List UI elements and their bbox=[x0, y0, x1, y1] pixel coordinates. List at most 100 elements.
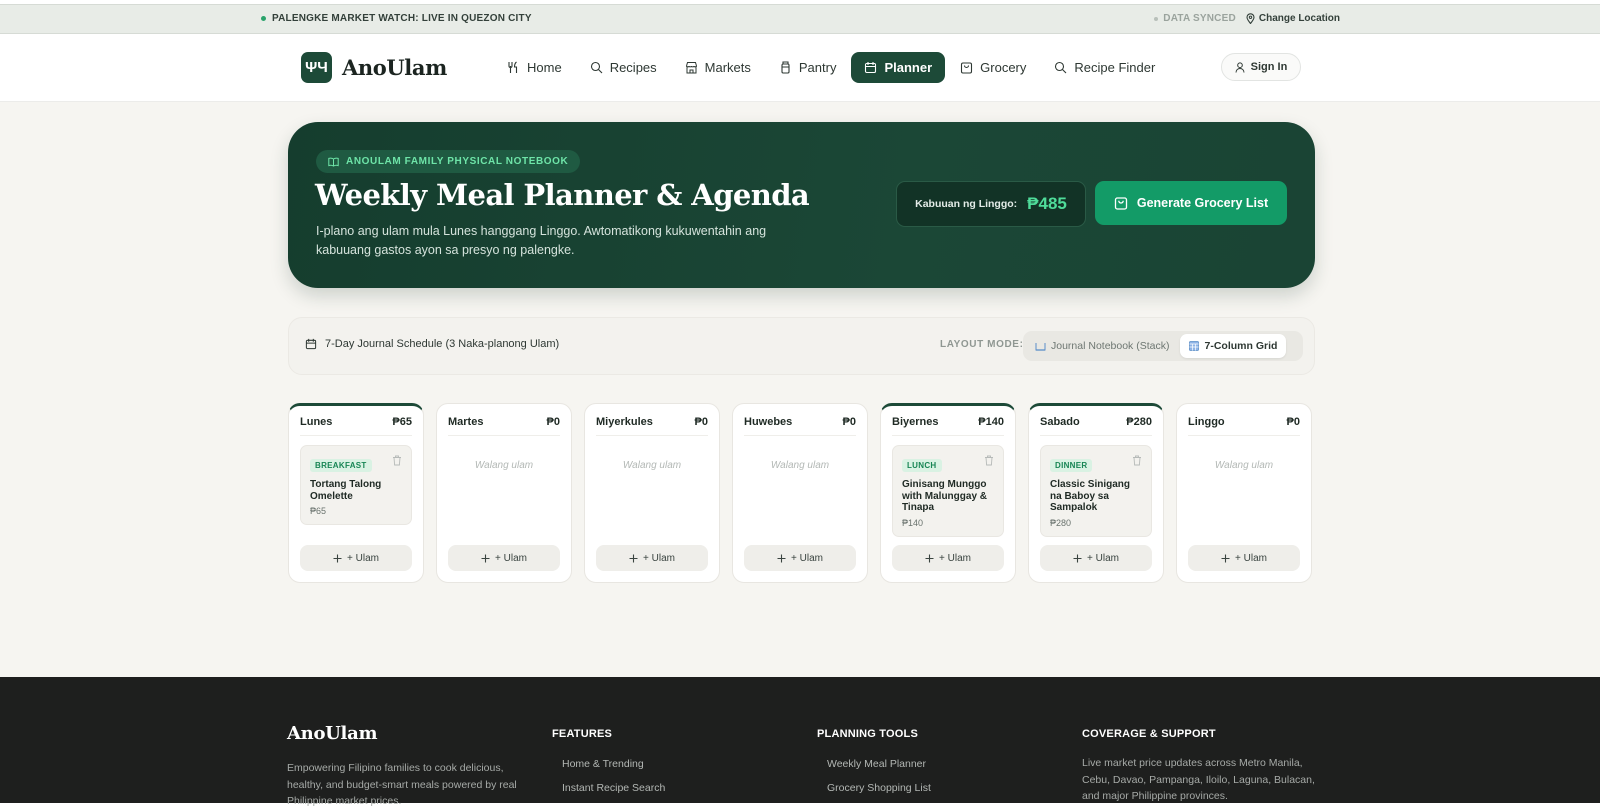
change-location-link[interactable]: Change Location bbox=[1246, 13, 1340, 24]
meal-name: Ginisang Munggo with Malunggay & Tinapa bbox=[902, 479, 987, 513]
nav-recipe-finder[interactable]: Recipe Finder bbox=[1041, 52, 1168, 83]
generate-grocery-list-label: Generate Grocery List bbox=[1136, 196, 1269, 210]
trash-icon[interactable] bbox=[392, 455, 402, 466]
schedule-toolbar: 7-Day Journal Schedule (3 Naka-planong U… bbox=[288, 317, 1315, 375]
add-ulam-button[interactable]: + Ulam bbox=[1188, 545, 1300, 571]
add-ulam-button[interactable]: + Ulam bbox=[744, 545, 856, 571]
trash-icon[interactable] bbox=[1132, 455, 1142, 466]
day-name: Huwebes bbox=[744, 416, 793, 428]
day-column-biyernes: Biyernes ₱140 LUNCH Ginisang Munggo with Ma… bbox=[880, 403, 1016, 583]
meal-price: ₱65 bbox=[310, 506, 327, 516]
meal-card[interactable]: DINNER Classic Sinigang na Baboy sa Sampa… bbox=[1040, 445, 1152, 537]
meal-type-badge: LUNCH bbox=[902, 459, 942, 472]
add-ulam-label: + Ulam bbox=[1235, 552, 1267, 564]
layout-option-journal[interactable]: Journal Notebook (Stack) bbox=[1026, 334, 1178, 358]
layout-mode-label: LAYOUT MODE: bbox=[940, 339, 1024, 350]
calendar-icon bbox=[305, 338, 317, 350]
meal-card[interactable]: BREAKFAST Tortang Talong Omelette ₱65 bbox=[300, 445, 412, 525]
footer-coverage-text: Live market price updates across Metro M… bbox=[1082, 757, 1315, 802]
footer-planning-heading: PLANNING TOOLS bbox=[817, 728, 918, 740]
day-name: Biyernes bbox=[892, 416, 939, 428]
notebook-icon bbox=[1035, 342, 1046, 351]
meal-card[interactable]: LUNCH Ginisang Munggo with Malunggay & Ti… bbox=[892, 445, 1004, 537]
plus-icon bbox=[925, 554, 934, 562]
footer-link-home[interactable]: Home & Trending bbox=[562, 753, 665, 777]
meal-price: ₱280 bbox=[1050, 517, 1072, 528]
brand-name: AnoUlam bbox=[342, 55, 447, 80]
layout-option-journal-label: Journal Notebook (Stack) bbox=[1051, 340, 1170, 352]
add-ulam-button[interactable]: + Ulam bbox=[300, 545, 412, 571]
day-total: ₱140 bbox=[978, 416, 1004, 428]
plus-icon bbox=[333, 554, 342, 562]
day-header: Miyerkules ₱0 bbox=[596, 416, 708, 436]
map-pin-icon bbox=[1246, 13, 1255, 24]
day-total: ₱280 bbox=[1126, 416, 1152, 428]
day-name: Linggo bbox=[1188, 416, 1225, 428]
nav-recipe-finder-label: Recipe Finder bbox=[1074, 60, 1156, 75]
plus-icon bbox=[1073, 554, 1082, 562]
day-column-lunes: Lunes ₱65 BREAKFAST Tortang Talong Omelette… bbox=[288, 403, 424, 583]
add-ulam-button[interactable]: + Ulam bbox=[1040, 545, 1152, 571]
shopping-bag-icon bbox=[961, 62, 973, 74]
add-ulam-button[interactable]: + Ulam bbox=[892, 545, 1004, 571]
nav-grocery[interactable]: Grocery bbox=[947, 52, 1039, 83]
sign-in-button[interactable]: Sign In bbox=[1221, 53, 1301, 81]
day-header: Sabado ₱280 bbox=[1040, 416, 1152, 436]
add-ulam-button[interactable]: + Ulam bbox=[596, 545, 708, 571]
add-ulam-button[interactable]: + Ulam bbox=[448, 545, 560, 571]
empty-day-text: Walang ulam bbox=[622, 460, 682, 471]
footer-link-meal-planner[interactable]: Weekly Meal Planner bbox=[827, 753, 931, 777]
plus-icon bbox=[777, 554, 786, 562]
day-total: ₱0 bbox=[842, 416, 856, 428]
nav-recipes[interactable]: Recipes bbox=[577, 52, 670, 83]
site-header: ΨЧ AnoUlam Home Recipes Markets Pantry P… bbox=[0, 34, 1600, 102]
footer-link-grocery-list[interactable]: Grocery Shopping List bbox=[827, 777, 931, 801]
shopping-bag-icon bbox=[1114, 197, 1127, 210]
day-name: Lunes bbox=[300, 416, 333, 428]
day-total: ₱0 bbox=[1286, 416, 1300, 428]
nav-pantry[interactable]: Pantry bbox=[766, 52, 850, 83]
nav-markets-label: Markets bbox=[704, 60, 751, 75]
meal-price: ₱140 bbox=[902, 517, 924, 528]
layout-option-grid[interactable]: 7-Column Grid bbox=[1180, 334, 1287, 358]
day-total: ₱0 bbox=[546, 416, 560, 428]
day-header: Huwebes ₱0 bbox=[744, 416, 856, 436]
weekly-total-value: ₱485 bbox=[1027, 194, 1067, 213]
footer-coverage: COVERAGE & SUPPORT Live market price upd… bbox=[1082, 728, 1317, 805]
day-header: Biyernes ₱140 bbox=[892, 416, 1004, 436]
generate-grocery-list-button[interactable]: Generate Grocery List bbox=[1095, 181, 1287, 225]
day-total: ₱65 bbox=[392, 416, 412, 428]
day-total: ₱0 bbox=[694, 416, 708, 428]
footer-link-recipe-search[interactable]: Instant Recipe Search bbox=[562, 777, 665, 801]
planner-hero: ANOULAM FAMILY PHYSICAL NOTEBOOK Weekly … bbox=[288, 122, 1315, 288]
empty-day-text: Walang ulam bbox=[770, 460, 830, 471]
nav-planner[interactable]: Planner bbox=[851, 52, 946, 83]
footer-features: FEATURES Home & Trending Instant Recipe … bbox=[552, 728, 665, 800]
page-title: Weekly Meal Planner & Agenda bbox=[315, 178, 810, 212]
planner-page: ANOULAM FAMILY PHYSICAL NOTEBOOK Weekly … bbox=[0, 102, 1600, 677]
utensils-icon bbox=[508, 61, 518, 73]
trash-icon[interactable] bbox=[984, 455, 994, 466]
nav-grocery-label: Grocery bbox=[980, 60, 1027, 75]
schedule-title: 7-Day Journal Schedule (3 Naka-planong U… bbox=[305, 338, 559, 350]
add-ulam-label: + Ulam bbox=[1087, 552, 1119, 564]
plus-icon bbox=[1221, 554, 1230, 562]
brand-logo[interactable]: ΨЧ AnoUlam bbox=[301, 52, 447, 83]
empty-day-text: Walang ulam bbox=[474, 460, 534, 471]
week-grid: Lunes ₱65 BREAKFAST Tortang Talong Omelette… bbox=[288, 403, 1315, 584]
day-header: Linggo ₱0 bbox=[1188, 416, 1300, 436]
nav-home-label: Home bbox=[527, 60, 562, 75]
add-ulam-label: + Ulam bbox=[495, 552, 527, 564]
market-watch-bar: PALENGKE MARKET WATCH: LIVE IN QUEZON CI… bbox=[0, 4, 1600, 34]
change-location-text: Change Location bbox=[1258, 13, 1340, 24]
calendar-grid-icon bbox=[1189, 341, 1200, 351]
plus-icon bbox=[629, 554, 638, 562]
page-description: I-plano ang ulam mula Lunes hanggang Lin… bbox=[316, 224, 767, 257]
nav-markets[interactable]: Markets bbox=[672, 52, 764, 83]
search-icon bbox=[1055, 61, 1067, 74]
synced-text: DATA SYNCED bbox=[1163, 13, 1236, 24]
day-column-miyerkules: Miyerkules ₱0 Walang ulam + Ulam bbox=[584, 403, 720, 583]
meal-type-badge: BREAKFAST bbox=[310, 459, 372, 472]
day-header: Martes ₱0 bbox=[448, 416, 560, 436]
nav-home[interactable]: Home bbox=[494, 52, 575, 83]
